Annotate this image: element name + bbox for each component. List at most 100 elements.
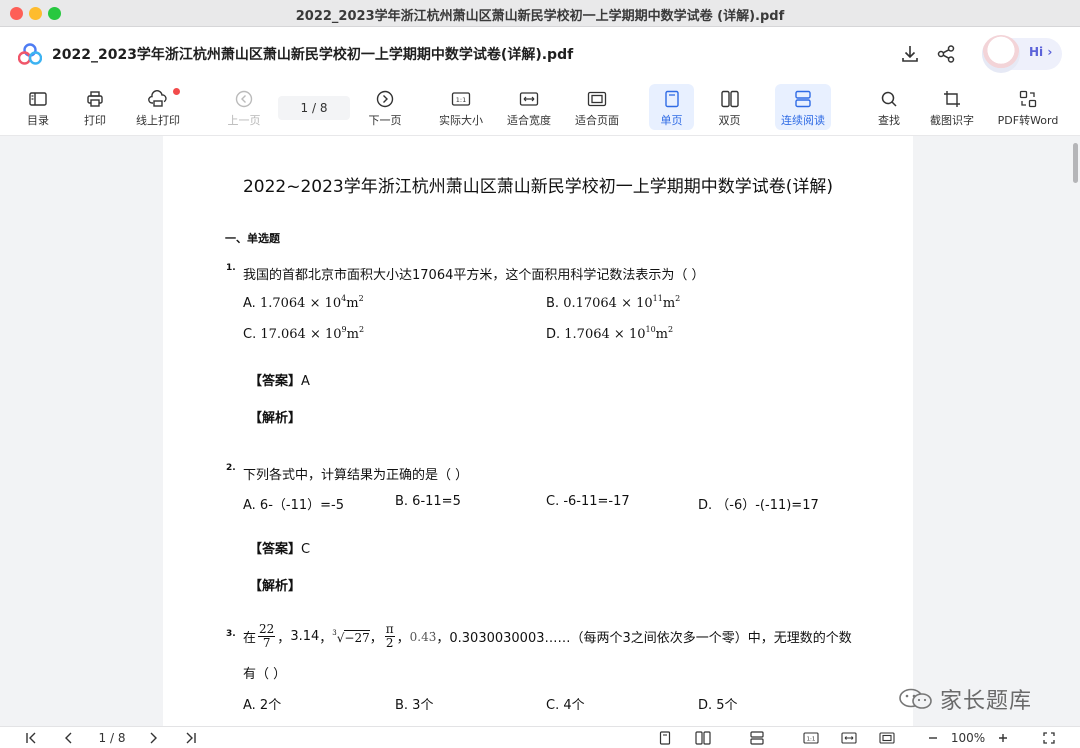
chevron-right-circle-icon (374, 88, 396, 110)
fullscreen-icon[interactable] (1040, 730, 1058, 746)
pdf-to-word-button[interactable]: PDF转Word (996, 84, 1060, 130)
single-page-button[interactable]: 单页 (649, 84, 694, 130)
double-page-label: 双页 (718, 114, 741, 127)
actual-size-label: 实际大小 (439, 114, 483, 127)
status-page-indicator[interactable]: 1 / 8 (90, 730, 134, 746)
question-number: 2. (226, 463, 236, 473)
wechat-icon (899, 688, 932, 709)
answer-line: 【答案】C (249, 542, 311, 557)
app-logo-icon (18, 43, 42, 65)
avatar-greeting: Hi › (1029, 45, 1053, 59)
fit-width-label: 适合宽度 (507, 114, 551, 127)
search-label: 查找 (878, 114, 900, 127)
next-page-icon[interactable] (144, 730, 162, 746)
search-icon (878, 88, 900, 110)
pdf-to-word-label: PDF转Word (997, 114, 1059, 127)
page-number-input[interactable]: 1 / 8 (278, 96, 350, 120)
fit-width-icon (518, 88, 540, 110)
prev-page-label: 上一页 (227, 114, 261, 127)
continuous-scroll-icon[interactable] (748, 730, 766, 746)
document-title: 2022_2023学年浙江杭州萧山区萧山新民学校初一上学期期中数学试卷(详解).… (52, 47, 574, 63)
print-button[interactable]: 打印 (79, 84, 111, 130)
prev-page-button[interactable]: 上一页 (225, 84, 263, 130)
option-b: B. 6-11=5 (395, 494, 461, 509)
continuous-read-button[interactable]: 连续阅读 (775, 84, 831, 130)
search-button[interactable]: 查找 (872, 84, 906, 130)
svg-text:1:1: 1:1 (807, 737, 816, 743)
option-a: A. 1.7064 × 104m2 (243, 294, 364, 311)
question-text-continued: 有（ ） (243, 667, 287, 682)
analysis-line: 【解析】 (249, 579, 302, 594)
question-text: 下列各式中，计算结果为正确的是（ ） (243, 468, 469, 483)
question-text: 我国的首都北京市面积大小达17064平方米，这个面积用科学记数法表示为（ ） (243, 268, 705, 283)
chevron-left-circle-icon (233, 88, 255, 110)
document-viewport[interactable]: 2022~2023学年浙江杭州萧山区萧山新民学校初一上学期期中数学试卷(详解) … (0, 136, 1080, 736)
zoom-in-icon[interactable] (994, 730, 1012, 746)
window-title: 2022_2023学年浙江杭州萧山区萧山新民学校初一上学期期中数学试卷 (详解)… (295, 9, 785, 24)
actual-size-icon[interactable]: 1:1 (802, 730, 820, 746)
share-icon[interactable] (934, 42, 958, 66)
zoom-level[interactable]: 100% (948, 730, 988, 746)
window-titlebar: 2022_2023学年浙江杭州萧山区萧山新民学校初一上学期期中数学试卷 (详解)… (0, 0, 1080, 27)
double-page-button[interactable]: 双页 (707, 84, 752, 130)
online-print-label: 线上打印 (136, 114, 180, 127)
zoom-out-icon[interactable] (924, 730, 942, 746)
ocr-label: 截图识字 (930, 114, 974, 127)
fit-width-button[interactable]: 适合宽度 (504, 84, 554, 130)
question-text: 在 22 7 ， 3.14， 3√−27 ， π2 ， 0.43̇ ，0.30300… (243, 622, 852, 650)
sidebar-icon (27, 88, 49, 110)
assistant-avatar-button[interactable]: Hi › (982, 35, 1062, 73)
question-number: 3. (226, 629, 236, 639)
option-b: B. 0.17064 × 1011m2 (546, 294, 681, 311)
single-page-icon[interactable] (656, 730, 674, 746)
download-icon[interactable] (898, 42, 922, 66)
actual-size-button[interactable]: 1:1 实际大小 (436, 84, 486, 130)
analysis-line: 【解析】 (249, 411, 302, 426)
vertical-scrollbar[interactable] (1073, 143, 1078, 183)
print-label: 打印 (84, 114, 106, 127)
toc-button[interactable]: 目录 (22, 84, 54, 130)
crop-icon (941, 88, 963, 110)
ocr-button[interactable]: 截图识字 (926, 84, 978, 130)
next-page-label: 下一页 (368, 114, 402, 127)
option-d: D. 1.7064 × 1010m2 (546, 325, 674, 342)
svg-text:1:1: 1:1 (456, 96, 466, 104)
next-page-button[interactable]: 下一页 (366, 84, 404, 130)
section-title: 一、单选题 (225, 232, 280, 245)
double-page-icon[interactable] (694, 730, 712, 746)
fit-page-button[interactable]: 适合页面 (572, 84, 622, 130)
option-c: C. 4个 (546, 698, 585, 713)
cloud-print-icon (147, 88, 169, 110)
fit-page-label: 适合页面 (575, 114, 619, 127)
answer-line: 【答案】A (249, 374, 310, 389)
single-page-icon (661, 88, 683, 110)
fit-page-icon (586, 88, 608, 110)
option-a: A. 2个 (243, 698, 282, 713)
first-page-icon[interactable] (22, 730, 40, 746)
last-page-icon[interactable] (182, 730, 200, 746)
watermark-text: 家长题库 (940, 689, 1033, 714)
option-a: A. 6-（-11）=-5 (243, 498, 344, 513)
pdf-page: 2022~2023学年浙江杭州萧山区萧山新民学校初一上学期期中数学试卷(详解) … (163, 136, 913, 736)
prev-page-icon[interactable] (60, 730, 78, 746)
fit-page-icon[interactable] (878, 730, 896, 746)
continuous-read-label: 连续阅读 (781, 114, 825, 127)
exam-title: 2022~2023学年浙江杭州萧山区萧山新民学校初一上学期期中数学试卷(详解) (242, 177, 834, 197)
option-d: D. 5个 (698, 698, 738, 713)
status-bar: 1 / 8 1:1 100% (0, 726, 1080, 748)
option-c: C. 17.064 × 109m2 (243, 325, 365, 342)
avatar (982, 35, 1020, 73)
document-header: 2022_2023学年浙江杭州萧山区萧山新民学校初一上学期期中数学试卷(详解).… (0, 27, 1080, 80)
notification-dot (173, 88, 180, 95)
actual-size-icon: 1:1 (450, 88, 472, 110)
single-page-label: 单页 (660, 114, 683, 127)
fit-width-icon[interactable] (840, 730, 858, 746)
watermark: 家长题库 (898, 683, 1032, 715)
continuous-scroll-icon (792, 88, 814, 110)
question-number: 1. (226, 263, 236, 273)
option-d: D. （-6）-(-11)=17 (698, 498, 819, 513)
option-c: C. -6-11=-17 (546, 494, 630, 509)
printer-icon (84, 88, 106, 110)
double-page-icon (719, 88, 741, 110)
convert-icon (1017, 88, 1039, 110)
